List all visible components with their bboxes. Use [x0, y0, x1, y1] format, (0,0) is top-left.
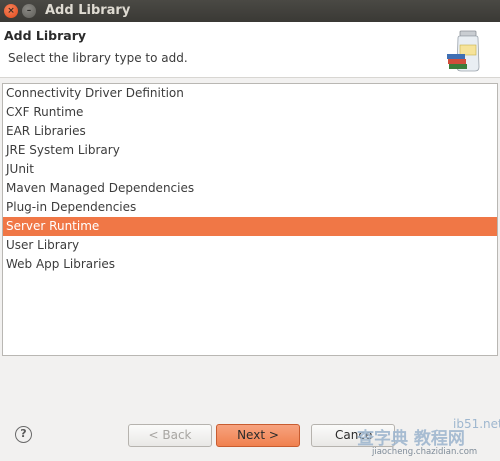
- wizard-header: Add Library Select the library type to a…: [0, 22, 500, 78]
- list-item[interactable]: CXF Runtime: [3, 103, 497, 122]
- list-item[interactable]: Connectivity Driver Definition: [3, 84, 497, 103]
- library-jar-icon: [447, 30, 480, 72]
- watermark-text: 查字典 教程网: [357, 429, 465, 449]
- watermark-subtext: jiaocheng.chazidian.com: [372, 447, 478, 457]
- list-item[interactable]: Maven Managed Dependencies: [3, 179, 497, 198]
- list-item[interactable]: Web App Libraries: [3, 255, 497, 274]
- list-item[interactable]: JRE System Library: [3, 141, 497, 160]
- help-icon[interactable]: ?: [15, 426, 32, 443]
- page-title: Add Library: [4, 28, 87, 43]
- library-type-list[interactable]: Connectivity Driver Definition CXF Runtim…: [2, 83, 498, 356]
- list-item[interactable]: JUnit: [3, 160, 497, 179]
- window-title: Add Library: [45, 3, 131, 18]
- page-description: Select the library type to add.: [8, 51, 188, 65]
- list-item[interactable]: Plug-in Dependencies: [3, 198, 497, 217]
- minimize-window-button[interactable]: –: [22, 4, 36, 18]
- list-item[interactable]: Server Runtime: [3, 217, 497, 236]
- close-window-button[interactable]: ×: [4, 4, 18, 18]
- title-bar: × – Add Library: [0, 0, 500, 22]
- back-button[interactable]: < Back: [128, 424, 212, 447]
- list-item[interactable]: EAR Libraries: [3, 122, 497, 141]
- list-item[interactable]: User Library: [3, 236, 497, 255]
- next-button[interactable]: Next >: [216, 424, 300, 447]
